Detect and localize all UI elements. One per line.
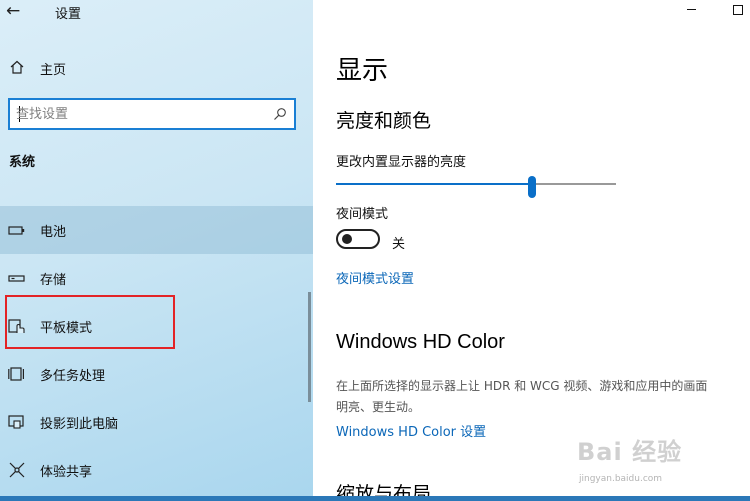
minimize-icon[interactable] xyxy=(687,9,696,10)
sidebar-item-label: 主页 xyxy=(40,63,67,78)
slider-thumb[interactable] xyxy=(528,176,536,198)
project-icon xyxy=(8,415,24,429)
highlight-box xyxy=(5,295,175,349)
sidebar-item-home[interactable]: 主页 xyxy=(0,54,313,82)
home-icon xyxy=(10,60,24,74)
multitasking-icon xyxy=(8,367,24,381)
brightness-heading: 亮度和颜色 xyxy=(336,110,432,132)
toggle-state-label: 关 xyxy=(392,237,406,252)
search-icon[interactable] xyxy=(273,107,287,121)
brightness-label: 更改内置显示器的亮度 xyxy=(336,155,467,170)
toggle-knob xyxy=(342,234,352,244)
battery-icon xyxy=(8,226,25,235)
sidebar-item-multitasking[interactable]: 多任务处理 xyxy=(0,350,313,398)
hd-color-settings-link[interactable]: Windows HD Color 设置 xyxy=(336,421,486,440)
app-title: 设置 xyxy=(55,7,82,22)
search-input[interactable] xyxy=(16,104,266,124)
hd-color-description-line2: 明亮、更生动。 xyxy=(336,400,421,414)
sidebar-item-battery[interactable]: 电池 xyxy=(0,206,313,254)
night-light-settings-link[interactable]: 夜间模式设置 xyxy=(336,268,414,287)
maximize-icon[interactable] xyxy=(733,5,743,15)
hd-color-heading: Windows HD Color xyxy=(336,331,505,353)
night-light-label: 夜间模式 xyxy=(336,207,389,222)
back-arrow-icon[interactable]: ← xyxy=(6,0,20,22)
sidebar-item-project[interactable]: 投影到此电脑 xyxy=(0,398,313,446)
taskbar-edge xyxy=(0,496,750,501)
sidebar: ← 设置 主页 系统 电池 存储 平板 xyxy=(0,0,313,501)
scale-layout-heading: 缩放与布局 xyxy=(336,483,432,496)
title-bar: ← 设置 xyxy=(0,0,313,24)
sidebar-item-label: 存储 xyxy=(40,273,67,288)
section-label: 系统 xyxy=(9,155,36,170)
slider-fill xyxy=(336,183,532,185)
sidebar-scrollbar[interactable] xyxy=(308,292,311,402)
sidebar-item-shared-experiences[interactable]: 体验共享 xyxy=(0,446,313,494)
shared-experiences-icon xyxy=(9,462,25,478)
page-title: 显示 xyxy=(336,56,389,86)
storage-icon xyxy=(8,275,25,282)
sidebar-item-label: 投影到此电脑 xyxy=(40,417,119,432)
main-content: 显示 亮度和颜色 更改内置显示器的亮度 夜间模式 关 夜间模式设置 Window… xyxy=(313,0,750,496)
night-light-toggle[interactable] xyxy=(336,229,380,249)
hd-color-description: 在上面所选择的显示器上让 HDR 和 WCG 视频、游戏和应用中的画面 xyxy=(336,379,708,393)
sidebar-item-label: 体验共享 xyxy=(40,465,93,480)
sidebar-item-label: 多任务处理 xyxy=(40,369,106,384)
search-box[interactable] xyxy=(8,98,296,130)
brightness-slider[interactable] xyxy=(336,176,616,198)
sidebar-item-label: 电池 xyxy=(40,225,67,240)
